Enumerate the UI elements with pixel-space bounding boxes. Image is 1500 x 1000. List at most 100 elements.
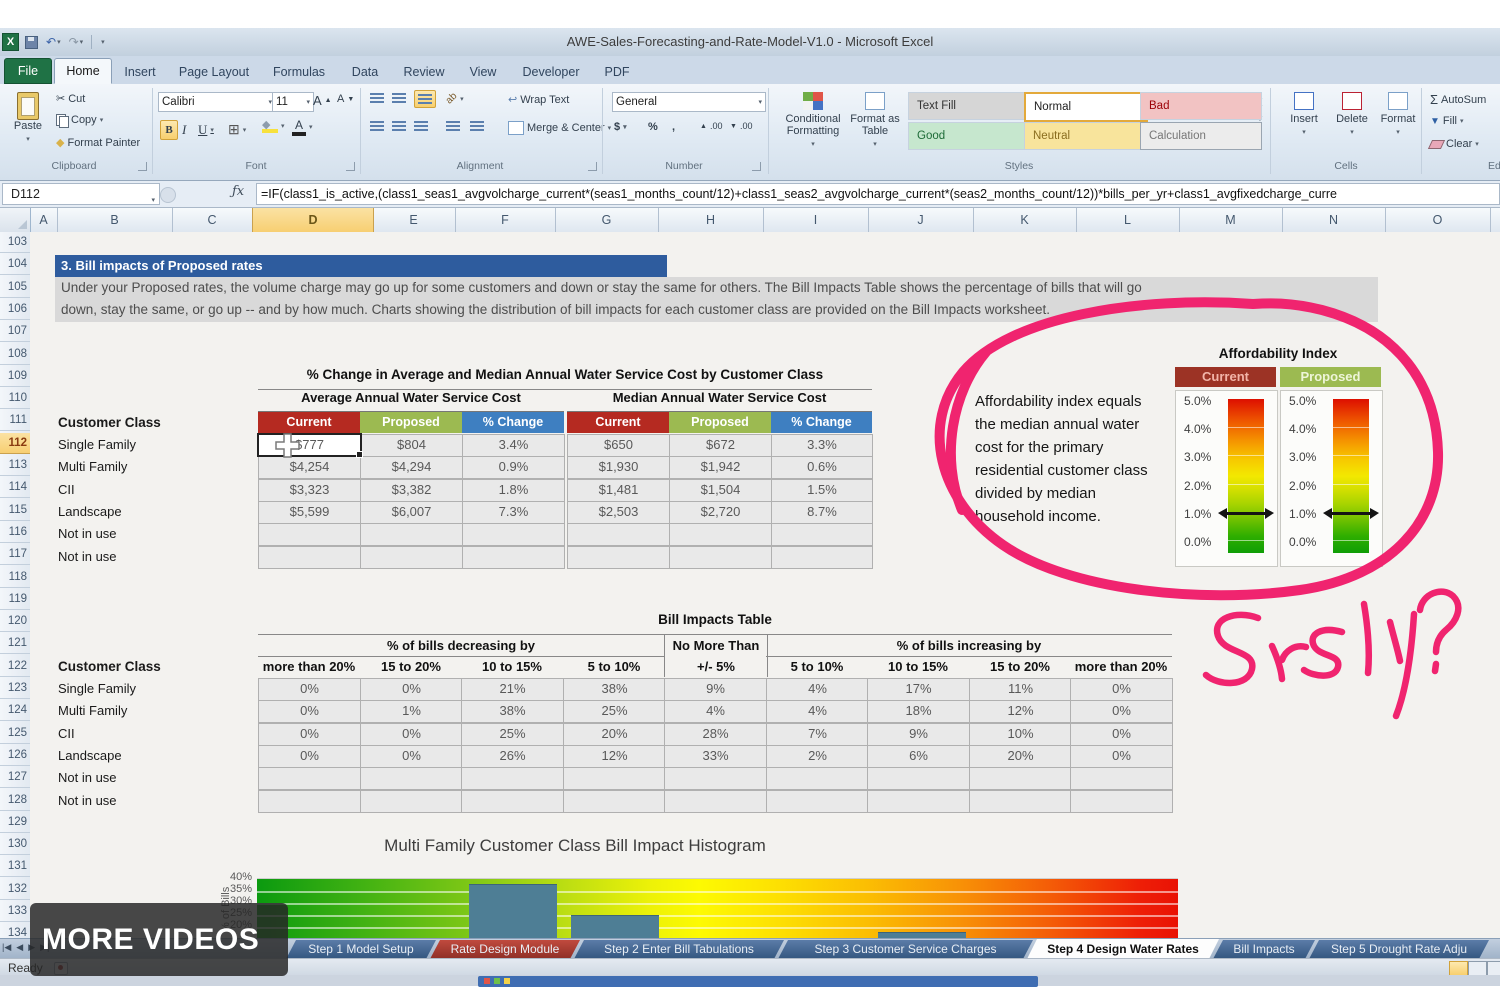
align-top-button[interactable] [370,93,384,103]
first-sheet-icon[interactable]: |◀ [2,942,11,953]
row-header-131[interactable]: 131 [0,856,30,877]
style-text-fill[interactable]: Text Fill [908,92,1030,120]
impacts-cell[interactable] [969,767,1072,790]
cost-table-cell[interactable]: $2,720 [669,501,772,524]
row-header-109[interactable]: 109 [0,366,30,387]
cost-table-cell[interactable]: 7.3% [462,501,565,524]
column-header-I[interactable]: I [763,208,869,232]
bold-button[interactable]: B [160,120,178,140]
sheet-tab-step-3-customer-service-charges[interactable]: Step 3 Customer Service Charges [778,940,1033,959]
cost-table-col-header[interactable]: % Change [771,412,872,433]
impacts-cell[interactable]: 18% [867,700,970,723]
cost-table-cell[interactable] [360,546,463,569]
cost-table-cell[interactable] [462,523,565,546]
align-left-button[interactable] [370,121,384,131]
cut-button[interactable]: ✂ Cut [56,92,85,105]
format-painter-button[interactable]: ◆ Format Painter [56,136,140,149]
row-header-133[interactable]: 133 [0,901,30,922]
more-videos-overlay[interactable]: MORE VIDEOS [30,903,288,976]
impacts-range-header[interactable]: 15 to 20% [360,656,462,677]
ribbon-tab-page-layout[interactable]: Page Layout [170,60,258,84]
cost-table-row-label[interactable]: Single Family [58,434,136,456]
impacts-cell[interactable] [563,790,666,813]
row-header-117[interactable]: 117 [0,544,30,565]
cost-table-row-label[interactable]: CII [58,479,75,501]
impacts-cell[interactable] [664,790,767,813]
impacts-cell[interactable]: 21% [461,678,564,701]
cost-table-cell[interactable] [669,546,772,569]
cost-table-cell[interactable]: $672 [669,434,772,457]
impacts-cell[interactable] [563,767,666,790]
row-header-130[interactable]: 130 [0,834,30,855]
impacts-cell[interactable] [360,790,463,813]
insert-cells-button[interactable]: Insert▾ [1282,92,1326,137]
row-header-121[interactable]: 121 [0,633,30,654]
sheet-tab-step-5-drought-rate-adju[interactable]: Step 5 Drought Rate Adju [1309,940,1489,959]
impacts-range-header[interactable]: more than 20% [258,656,360,677]
orientation-button[interactable]: ab▾ [446,93,464,104]
ribbon-tab-formulas[interactable]: Formulas [262,60,336,84]
impacts-cell[interactable]: 12% [969,700,1072,723]
align-center-button[interactable] [392,121,406,131]
paste-button[interactable]: Paste▾ [6,92,50,144]
row-header-118[interactable]: 118 [0,567,30,588]
number-dialog-launcher[interactable] [752,162,761,171]
cost-table-cell[interactable]: 0.9% [462,456,565,479]
clear-button[interactable]: Clear ▾ [1430,138,1479,150]
sheet-tab-rate-design-module[interactable]: Rate Design Module [430,940,580,959]
row-header-129[interactable]: 129 [0,812,30,833]
column-header-K[interactable]: K [973,208,1077,232]
row-header-114[interactable]: 114 [0,477,30,498]
increase-indent-button[interactable] [470,121,484,131]
normal-view-button[interactable] [1449,961,1468,976]
underline-button[interactable]: U ▾ [198,122,214,138]
cost-table-cell[interactable]: $1,504 [669,479,772,502]
section-description[interactable]: Under your Proposed rates, the volume ch… [55,277,1378,322]
impacts-cell[interactable]: 7% [766,723,869,746]
style-neutral[interactable]: Neutral [1024,122,1146,150]
cost-table-cell[interactable]: $2,503 [567,501,670,524]
cost-table-row-label[interactable]: Landscape [58,501,122,523]
ribbon-tab-home[interactable]: Home [54,58,112,84]
impacts-cell[interactable] [766,790,869,813]
worksheet[interactable]: 3. Bill impacts of Proposed ratesUnder y… [30,232,1500,938]
impacts-range-header[interactable]: more than 20% [1070,656,1172,677]
style-good[interactable]: Good [908,122,1030,150]
cost-table-col-header[interactable]: % Change [462,412,564,433]
column-header-C[interactable]: C [172,208,253,232]
sheet-tab-bill-impacts[interactable]: Bill Impacts [1213,940,1315,959]
impacts-cell[interactable]: 1% [360,700,463,723]
impacts-cell[interactable]: 0% [360,723,463,746]
column-header-D[interactable]: D [252,208,374,232]
cost-table-cell[interactable]: 1.5% [771,479,873,502]
cost-table-cell[interactable] [258,523,361,546]
impacts-cell[interactable]: 9% [867,723,970,746]
percent-style-button[interactable]: % [648,121,658,133]
borders-button[interactable]: ⊞ ▾ [228,121,246,138]
cost-table-cell[interactable]: $3,382 [360,479,463,502]
increase-decimal-button[interactable]: ▲.00 [700,121,722,131]
autosum-button[interactable]: Σ AutoSum [1430,92,1486,107]
row-header-127[interactable]: 127 [0,767,30,788]
impacts-cell[interactable]: 0% [360,678,463,701]
row-header-110[interactable]: 110 [0,388,30,409]
cost-table-cell[interactable]: 3.3% [771,434,873,457]
number-format-select[interactable]: General▾ [612,92,766,112]
impacts-cell[interactable]: 0% [258,700,361,723]
impacts-cell[interactable]: 38% [461,700,564,723]
row-header-113[interactable]: 113 [0,455,30,476]
column-header-O[interactable]: O [1385,208,1491,232]
fill-button[interactable]: ▼ Fill ▾ [1430,115,1463,127]
column-header-J[interactable]: J [868,208,974,232]
ribbon-tab-review[interactable]: Review [394,60,454,84]
clipboard-dialog-launcher[interactable] [138,162,147,171]
impacts-cell[interactable]: 33% [664,745,767,768]
merge-center-button[interactable]: Merge & Center ▾ [508,121,611,135]
page-layout-view-button[interactable] [1468,961,1487,976]
cost-table-med-header[interactable]: Median Annual Water Service Cost [567,390,872,412]
row-header-134[interactable]: 134 [0,923,30,938]
style-normal[interactable]: Normal [1024,92,1148,122]
impacts-cell[interactable]: 26% [461,745,564,768]
cost-table-cell[interactable] [771,546,873,569]
format-as-table-button[interactable]: Format as Table▾ [846,92,904,149]
